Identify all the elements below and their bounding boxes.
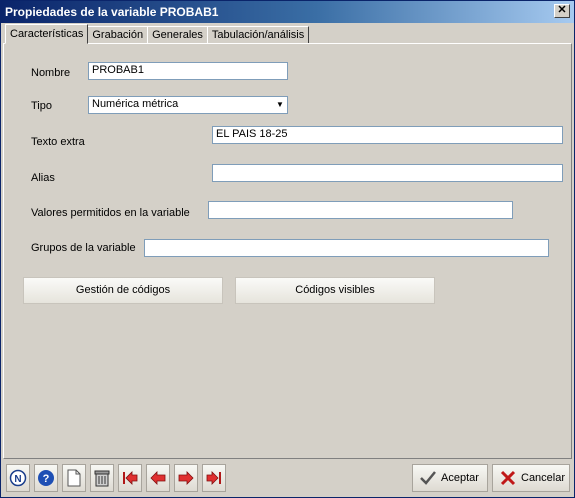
valores-permitidos-label: Valores permitidos en la variable bbox=[31, 207, 190, 219]
window-title: Propiedades de la variable PROBAB1 bbox=[5, 5, 219, 19]
cancel-label: Cancelar bbox=[521, 472, 566, 484]
help-icon: ? bbox=[38, 470, 54, 486]
n-circle-icon: N bbox=[9, 469, 27, 487]
texto-extra-label: Texto extra bbox=[31, 136, 85, 148]
tab-caracteristicas[interactable]: Características bbox=[5, 24, 89, 44]
chevron-down-icon[interactable]: ▼ bbox=[274, 98, 286, 112]
valores-permitidos-field[interactable] bbox=[208, 201, 513, 219]
next-record-button[interactable] bbox=[174, 464, 198, 492]
svg-text:?: ? bbox=[43, 473, 50, 485]
tab-grabacion[interactable]: Grabación bbox=[87, 26, 149, 44]
codigos-visibles-button[interactable]: Códigos visibles bbox=[235, 277, 435, 304]
first-record-icon bbox=[123, 471, 138, 485]
tab-label: Grabación bbox=[92, 29, 144, 41]
alias-field[interactable] bbox=[212, 164, 563, 182]
grupos-variable-field[interactable] bbox=[144, 239, 549, 257]
new-document-icon bbox=[67, 469, 81, 487]
caracteristicas-panel: Nombre PROBAB1 Tipo Numérica métrica ▼ T… bbox=[3, 43, 572, 459]
accept-label: Aceptar bbox=[441, 472, 479, 484]
n-circle-button[interactable]: N bbox=[6, 464, 30, 492]
tab-strip: Características Grabación Generales Tabu… bbox=[5, 24, 310, 44]
last-record-button[interactable] bbox=[202, 464, 226, 492]
last-record-icon bbox=[206, 471, 221, 485]
nombre-label: Nombre bbox=[31, 67, 71, 79]
previous-record-button[interactable] bbox=[146, 464, 170, 492]
tab-generales[interactable]: Generales bbox=[147, 26, 208, 44]
tipo-select[interactable]: Numérica métrica ▼ bbox=[88, 96, 288, 114]
tab-label: Tabulación/análisis bbox=[211, 29, 305, 41]
previous-record-icon bbox=[150, 471, 166, 485]
bottom-toolbar: N ? Aceptar Cancelar bbox=[4, 462, 573, 495]
tab-tabulacion-analisis[interactable]: Tabulación/análisis bbox=[206, 26, 310, 44]
tab-label: Características bbox=[10, 28, 84, 40]
cancel-button[interactable]: Cancelar bbox=[492, 464, 570, 492]
properties-window: Propiedades de la variable PROBAB1 ✕ Car… bbox=[0, 0, 575, 498]
svg-text:N: N bbox=[14, 474, 21, 485]
grupos-variable-label: Grupos de la variable bbox=[31, 242, 136, 254]
help-button[interactable]: ? bbox=[34, 464, 58, 492]
cancel-x-icon bbox=[500, 470, 516, 486]
checkmark-icon bbox=[420, 471, 436, 485]
gestion-codigos-button[interactable]: Gestión de códigos bbox=[23, 277, 223, 304]
texto-extra-field[interactable]: EL PAIS 18-25 bbox=[212, 126, 563, 144]
first-record-button[interactable] bbox=[118, 464, 142, 492]
tipo-label: Tipo bbox=[31, 100, 52, 112]
delete-button[interactable] bbox=[90, 464, 114, 492]
next-record-icon bbox=[178, 471, 194, 485]
nombre-field[interactable]: PROBAB1 bbox=[88, 62, 288, 80]
close-button[interactable]: ✕ bbox=[554, 4, 570, 18]
alias-label: Alias bbox=[31, 172, 55, 184]
tipo-selected-value: Numérica métrica bbox=[92, 98, 179, 110]
new-document-button[interactable] bbox=[62, 464, 86, 492]
accept-button[interactable]: Aceptar bbox=[412, 464, 488, 492]
trash-icon bbox=[94, 470, 110, 487]
tab-label: Generales bbox=[152, 29, 203, 41]
title-bar[interactable]: Propiedades de la variable PROBAB1 ✕ bbox=[1, 1, 574, 23]
